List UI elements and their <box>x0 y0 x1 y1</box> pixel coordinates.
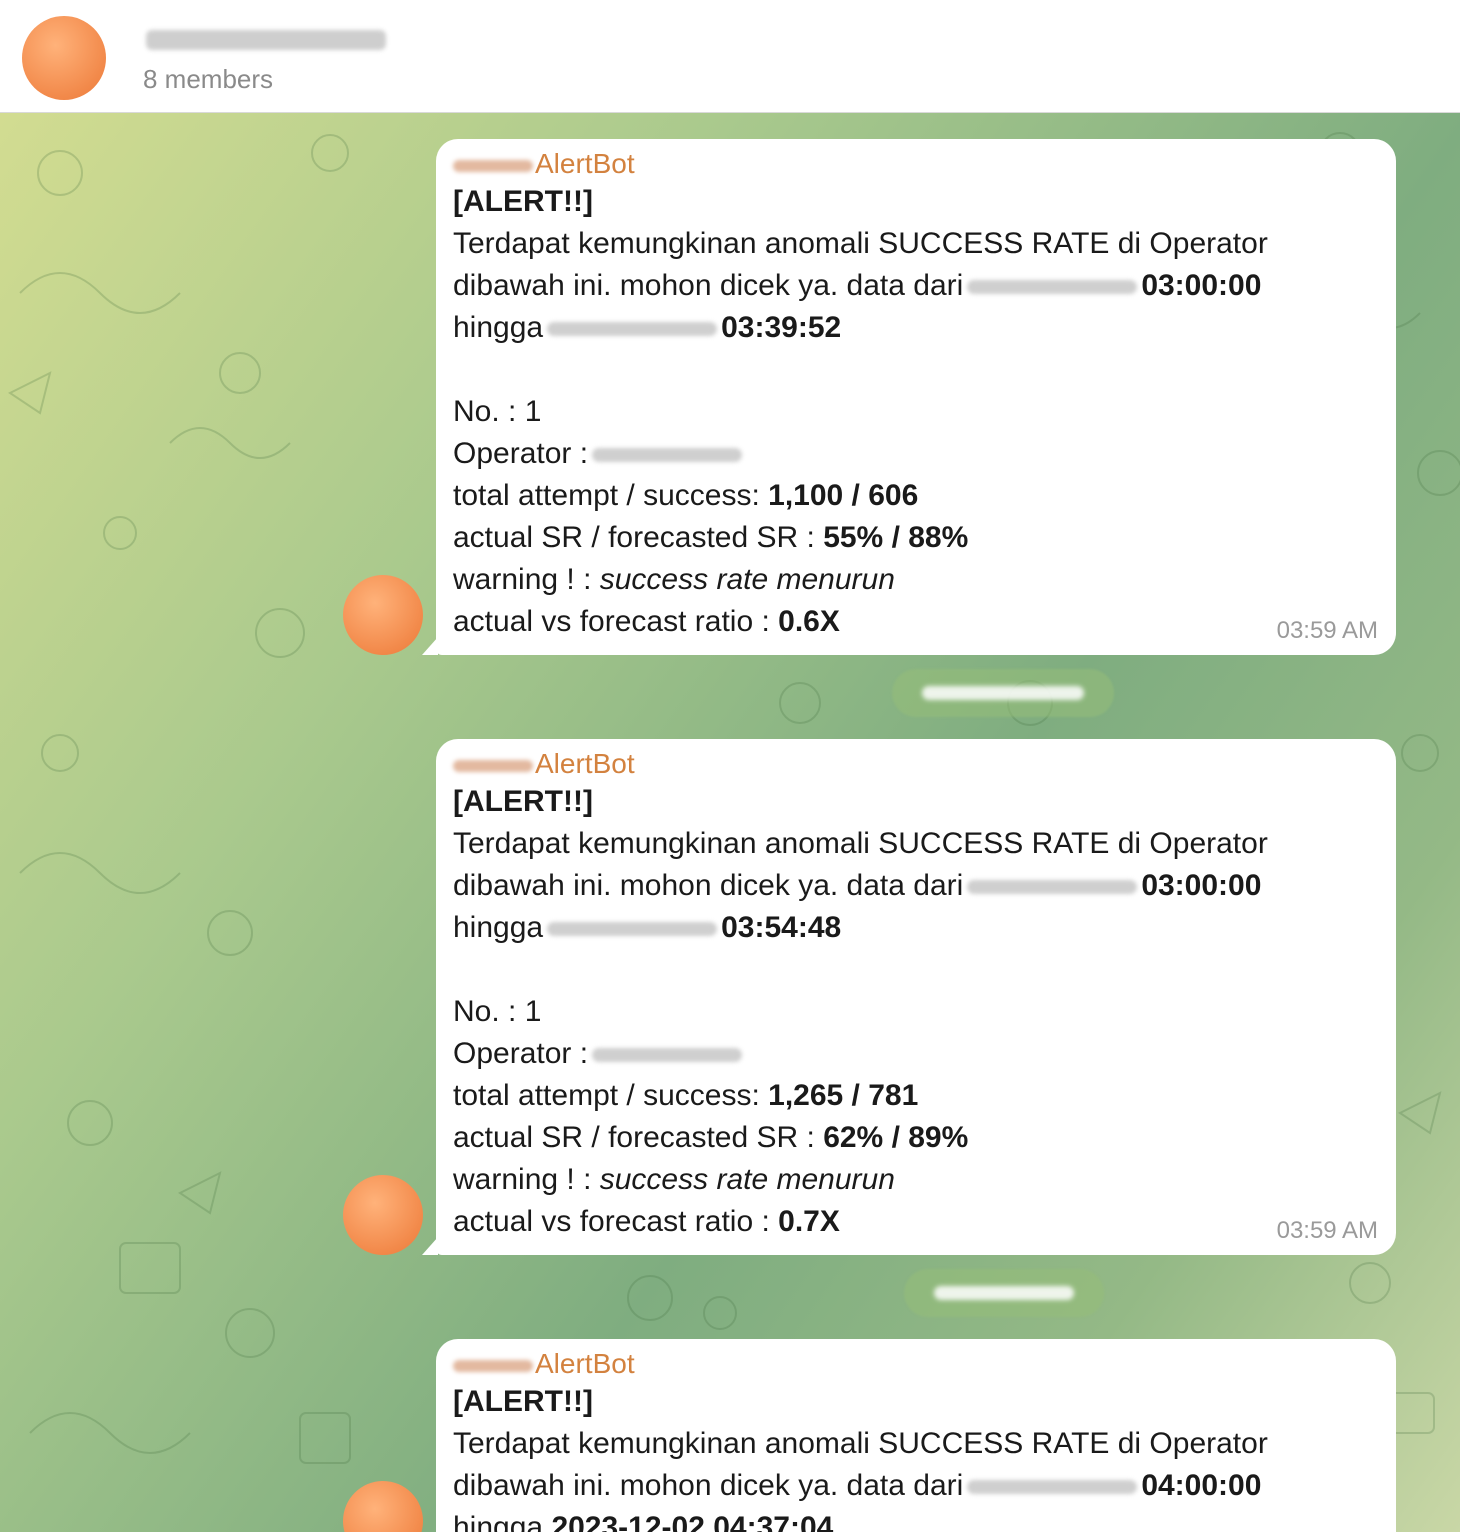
no-line: No. : 1 <box>453 395 542 428</box>
sender-prefix-redacted <box>453 759 533 772</box>
message-bubble: AlertBot [ALERT!!] Terdapat kemungkinan … <box>436 1339 1396 1532</box>
group-title-redacted <box>146 30 386 50</box>
warning-label: warning ! : <box>453 1163 592 1196</box>
alert-title: [ALERT!!] <box>453 1385 593 1418</box>
alert-line-1: Terdapat kemungkinan anomali SUCCESS RAT… <box>453 827 1268 860</box>
date-redacted <box>967 1480 1138 1495</box>
sr-label: actual SR / forecasted SR : <box>453 521 815 554</box>
sr-value: 55% / 88% <box>823 521 969 554</box>
sender-prefix-redacted <box>453 1359 533 1372</box>
operator-label: Operator : <box>453 1037 589 1070</box>
ratio-label: actual vs forecast ratio : <box>453 605 770 638</box>
alert-line-1: Terdapat kemungkinan anomali SUCCESS RAT… <box>453 227 1268 260</box>
warning-label: warning ! : <box>453 563 592 596</box>
alert-line-3: hingga 03:39:52 <box>453 307 1378 349</box>
sr-label: actual SR / forecasted SR : <box>453 1121 815 1154</box>
bot-avatar[interactable] <box>343 575 423 655</box>
alert-line-2: dibawah ini. mohon dicek ya. data dari 04… <box>453 1465 1378 1507</box>
member-count: 8 members <box>143 64 274 94</box>
warning-line: warning ! : success rate menurun <box>453 559 1378 601</box>
alert-line-3: hingga 2023-12-02 04:37:04 <box>453 1507 1378 1532</box>
sender-name[interactable]: AlertBot <box>453 147 1378 181</box>
bubble-tail <box>422 637 438 655</box>
sender-prefix-redacted <box>453 159 533 172</box>
end-time: 2023-12-02 04:37:04 <box>551 1511 834 1532</box>
sender-label: AlertBot <box>535 748 635 779</box>
line-3-prefix: hingga <box>453 911 544 944</box>
chat-header[interactable]: 8 members <box>0 0 1460 113</box>
date-redacted <box>547 322 718 337</box>
date-redacted <box>967 880 1138 895</box>
attempt-label: total attempt / success: <box>453 479 760 512</box>
ratio-line: actual vs forecast ratio : 0.6X <box>453 601 1378 643</box>
sender-label: AlertBot <box>535 148 635 179</box>
message-bubble: AlertBot [ALERT!!] Terdapat kemungkinan … <box>422 139 1396 655</box>
sr-line: actual SR / forecasted SR : 55% / 88% <box>453 517 1378 559</box>
start-time: 04:00:00 <box>1141 1469 1262 1502</box>
attempt-line: total attempt / success: 1,100 / 606 <box>453 475 1378 517</box>
operator-redacted <box>592 448 743 463</box>
warning-value: success rate menurun <box>599 1163 895 1196</box>
message-time: 03:59 AM <box>1276 617 1378 644</box>
date-redacted <box>547 922 718 937</box>
ratio-value: 0.7X <box>778 1205 840 1238</box>
line-3-prefix: hingga <box>453 311 544 344</box>
message-bubble: AlertBot [ALERT!!] Terdapat kemungkinan … <box>422 739 1396 1255</box>
end-time: 03:54:48 <box>721 911 842 944</box>
ratio-line: actual vs forecast ratio : 0.7X <box>453 1201 1378 1243</box>
sender-label: AlertBot <box>535 1348 635 1379</box>
attempt-label: total attempt / success: <box>453 1079 760 1112</box>
alert-line-2: dibawah ini. mohon dicek ya. data dari 03… <box>453 265 1378 307</box>
no-line: No. : 1 <box>453 995 542 1028</box>
line-2-prefix: dibawah ini. mohon dicek ya. data dari <box>453 869 964 902</box>
operator-line: Operator : <box>453 1033 1378 1075</box>
attempt-value: 1,265 / 781 <box>768 1079 919 1112</box>
start-time: 03:00:00 <box>1141 269 1262 302</box>
date-separator-redacted <box>892 669 1114 717</box>
start-time: 03:00:00 <box>1141 869 1262 902</box>
operator-redacted <box>592 1048 743 1063</box>
line-2-prefix: dibawah ini. mohon dicek ya. data dari <box>453 1469 964 1502</box>
alert-title: [ALERT!!] <box>453 785 593 818</box>
alert-line-2: dibawah ini. mohon dicek ya. data dari 03… <box>453 865 1378 907</box>
bubble-tail <box>422 1237 438 1255</box>
warning-line: warning ! : success rate menurun <box>453 1159 1378 1201</box>
sr-line: actual SR / forecasted SR : 62% / 89% <box>453 1117 1378 1159</box>
sender-name[interactable]: AlertBot <box>453 747 1378 781</box>
date-separator-redacted <box>904 1269 1104 1317</box>
end-time: 03:39:52 <box>721 311 842 344</box>
bot-avatar[interactable] <box>343 1175 423 1255</box>
alert-line-1: Terdapat kemungkinan anomali SUCCESS RAT… <box>453 1427 1268 1460</box>
line-3-prefix: hingga <box>453 1511 544 1532</box>
ratio-value: 0.6X <box>778 605 840 638</box>
line-2-prefix: dibawah ini. mohon dicek ya. data dari <box>453 269 964 302</box>
alert-line-3: hingga 03:54:48 <box>453 907 1378 949</box>
operator-label: Operator : <box>453 437 589 470</box>
operator-line: Operator : <box>453 433 1378 475</box>
message-time: 03:59 AM <box>1276 1217 1378 1244</box>
ratio-label: actual vs forecast ratio : <box>453 1205 770 1238</box>
group-avatar[interactable] <box>22 16 106 100</box>
attempt-line: total attempt / success: 1,265 / 781 <box>453 1075 1378 1117</box>
warning-value: success rate menurun <box>599 563 895 596</box>
attempt-value: 1,100 / 606 <box>768 479 919 512</box>
alert-title: [ALERT!!] <box>453 185 593 218</box>
sender-name[interactable]: AlertBot <box>453 1347 1378 1381</box>
chat-background: AlertBot [ALERT!!] Terdapat kemungkinan … <box>0 113 1460 1532</box>
date-redacted <box>967 280 1138 295</box>
sr-value: 62% / 89% <box>823 1121 969 1154</box>
